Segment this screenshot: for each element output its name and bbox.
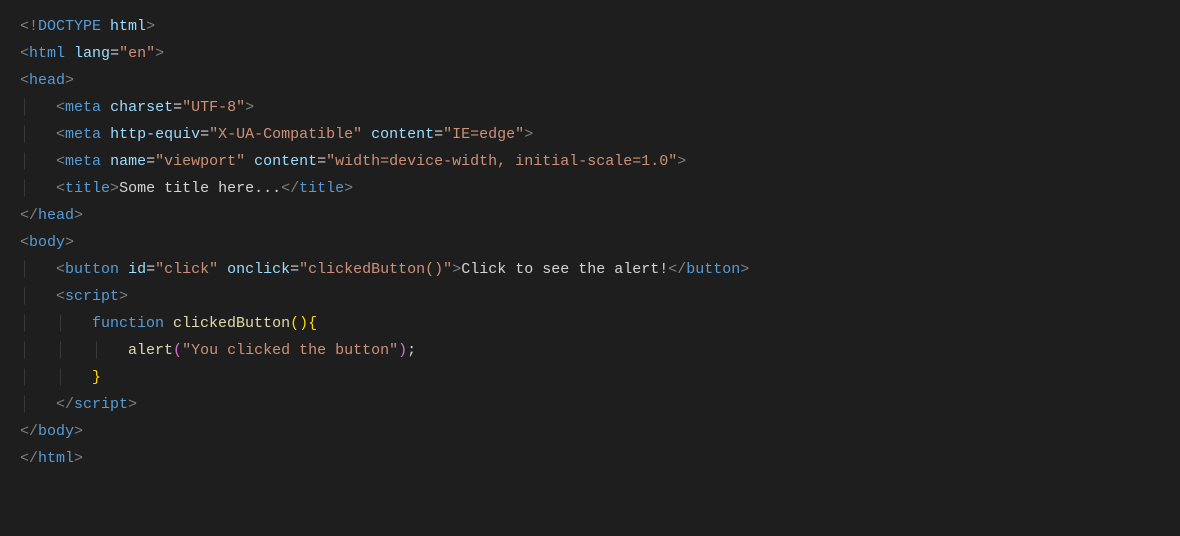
code-line[interactable]: │ │ function clickedButton(){	[20, 310, 1180, 337]
code-line[interactable]: <html lang="en">	[20, 40, 1180, 67]
code-line[interactable]: <body>	[20, 229, 1180, 256]
code-line[interactable]: │ │ }	[20, 364, 1180, 391]
code-line[interactable]: │ │ │ alert("You clicked the button");	[20, 337, 1180, 364]
code-line[interactable]: </body>	[20, 418, 1180, 445]
code-line[interactable]: </html>	[20, 445, 1180, 472]
code-editor[interactable]: <!DOCTYPE html> <html lang="en"> <head> …	[20, 13, 1180, 472]
code-line[interactable]: │ <script>	[20, 283, 1180, 310]
code-line[interactable]: │ </script>	[20, 391, 1180, 418]
code-line[interactable]: │ <title>Some title here...</title>	[20, 175, 1180, 202]
code-line[interactable]: │ <meta name="viewport" content="width=d…	[20, 148, 1180, 175]
code-line[interactable]: <!DOCTYPE html>	[20, 13, 1180, 40]
code-line[interactable]: </head>	[20, 202, 1180, 229]
code-line[interactable]: │ <meta http-equiv="X-UA-Compatible" con…	[20, 121, 1180, 148]
code-line[interactable]: │ <meta charset="UTF-8">	[20, 94, 1180, 121]
code-line[interactable]: │ <button id="click" onclick="clickedBut…	[20, 256, 1180, 283]
code-line[interactable]: <head>	[20, 67, 1180, 94]
